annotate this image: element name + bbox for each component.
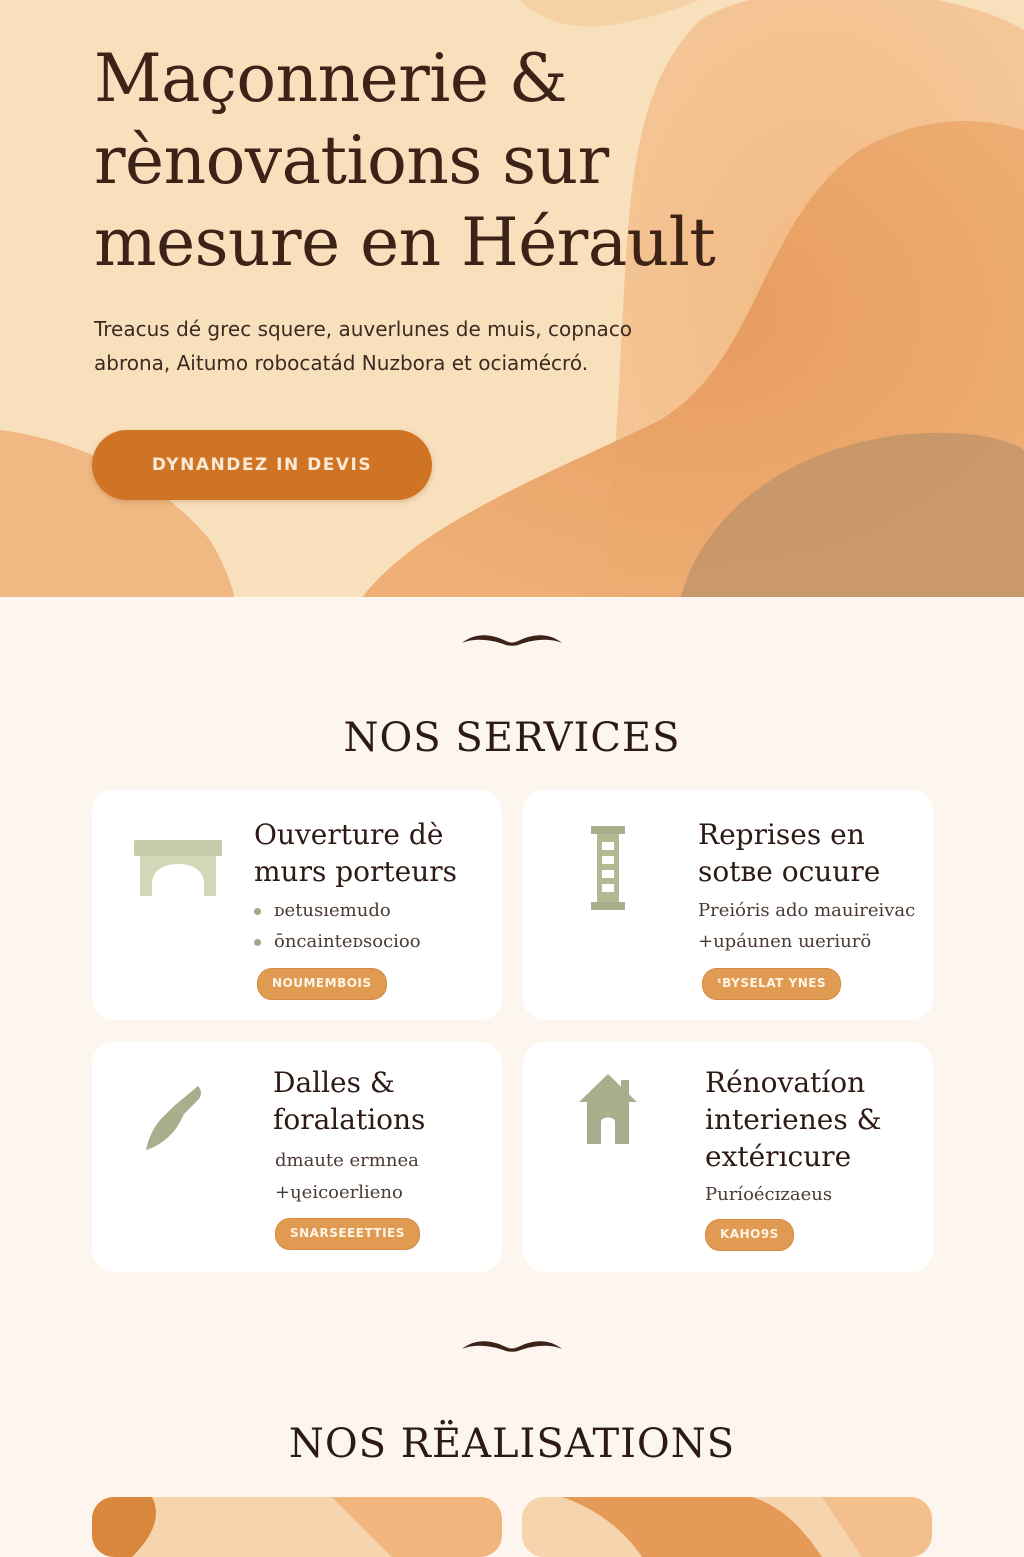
arch-icon (134, 840, 222, 896)
request-quote-button[interactable]: DYNANDEZ IN DEVIS (92, 430, 432, 500)
realisation-card[interactable] (522, 1497, 932, 1557)
service-title: Ouverture dè murs porteurs (254, 818, 458, 888)
service-card-load-bearing-walls[interactable]: Ouverture dè murs porteurs ᴅetusıemudo ō… (92, 790, 502, 1020)
hero-section: Maçonnerie & rènovations sur mesure en H… (0, 0, 1024, 597)
services-title: NOS SERVICES (343, 715, 681, 761)
ornament-divider-icon (462, 1341, 562, 1352)
hero-description: Treacus dé grec squere, auverlunes de mu… (94, 317, 633, 375)
ornament-divider-icon (462, 635, 562, 646)
service-title: Dalles & foralations (273, 1066, 426, 1136)
service-title: Rénovatíon interienes & extérıcure (705, 1066, 882, 1173)
service-title: Reprises en sotʙe ocuure (698, 818, 881, 888)
service-tag-button[interactable]: KAHO9S (705, 1219, 794, 1251)
realisation-image (92, 1497, 502, 1557)
service-detail: Preióris ado mauireivac (698, 900, 916, 921)
service-card-renovation[interactable]: Rénovatíon interienes & extérıcure Purío… (523, 1042, 933, 1272)
service-detail: ōncainteᴅsocioo (254, 931, 421, 952)
realisations-title: NOS RËALISATIONS (288, 1421, 736, 1467)
hero-title: Maçonnerie & rènovations sur mesure en H… (94, 40, 716, 281)
service-detail: ᴅetusıemudo (254, 900, 391, 921)
house-icon (579, 1074, 637, 1144)
service-detail: +upáunen ɯeriurö (698, 931, 872, 952)
service-detail: +ɥeicoerlieno (275, 1182, 403, 1203)
trowel-icon (146, 1086, 201, 1150)
service-card-slabs[interactable]: Dalles & foralations dmaute ermnea +ɥeic… (92, 1042, 502, 1272)
realisation-image (522, 1497, 932, 1557)
service-card-underpinning[interactable]: Reprises en sotʙe ocuure Preióris ado ma… (523, 790, 933, 1020)
service-detail: Puríoécɪzaeus (705, 1184, 833, 1205)
service-tag-button[interactable]: ᵗBYSELAT YNES (702, 968, 842, 1000)
service-detail: dmaute ermnea (275, 1150, 419, 1171)
realisation-card[interactable] (92, 1497, 502, 1557)
service-tag-button[interactable]: NOUMEMBOIS (257, 968, 387, 1000)
pillar-icon (591, 826, 625, 910)
service-tag-button[interactable]: SNARSEEETTIES (275, 1218, 420, 1250)
